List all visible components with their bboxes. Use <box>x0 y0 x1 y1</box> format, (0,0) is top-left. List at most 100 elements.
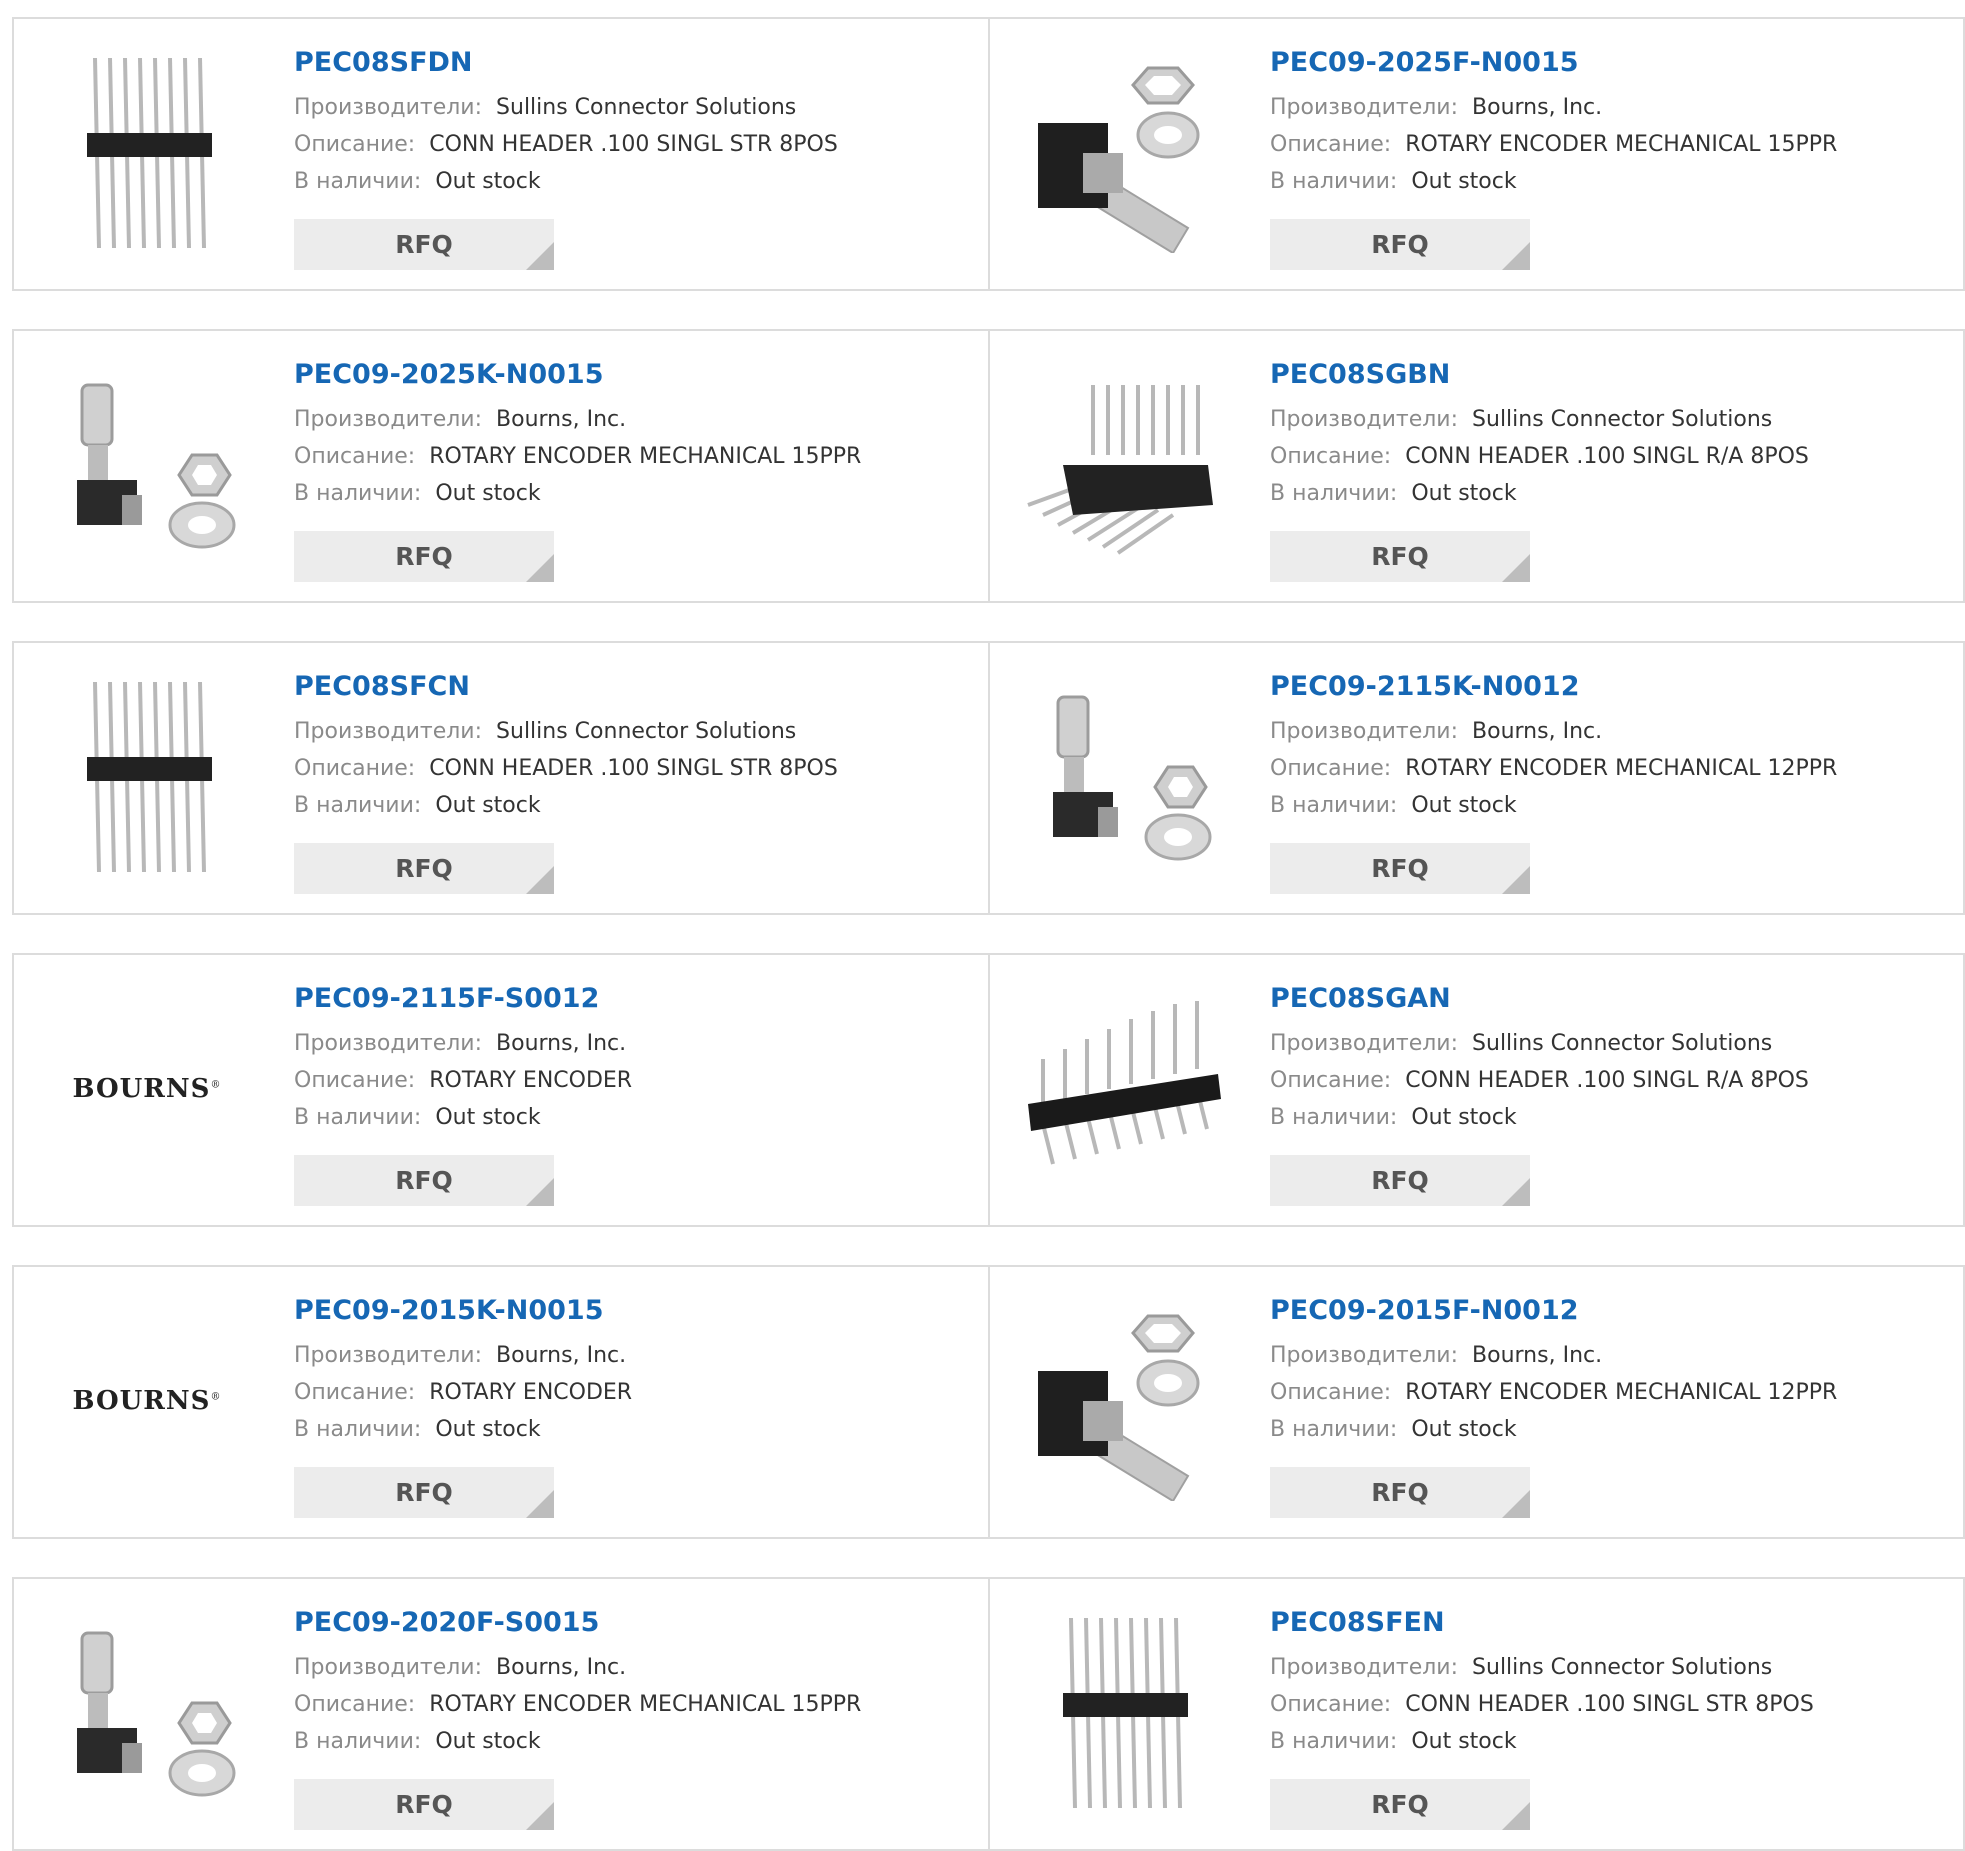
rfq-button-label: RFQ <box>395 1478 453 1507</box>
header-pcb-icon[interactable] <box>1023 989 1223 1189</box>
corner-decoration <box>1502 242 1530 270</box>
stock-value: Out stock <box>1411 481 1517 506</box>
description-row: Описание: CONN HEADER .100 SINGL STR 8POS <box>294 750 978 787</box>
manufacturer-value: Sullins Connector Solutions <box>1472 1655 1773 1680</box>
encoder-vertical-icon[interactable] <box>47 365 247 565</box>
product-info: PEC08SFEN Производители: Sullins Connecto… <box>1270 1609 1953 1760</box>
part-number-link[interactable]: PEC09-2115F-S0012 <box>294 985 599 1025</box>
description-row: Описание: ROTARY ENCODER MECHANICAL 15PPR <box>1270 126 1953 163</box>
description-value: ROTARY ENCODER <box>429 1380 633 1405</box>
rfq-button-label: RFQ <box>395 1790 453 1819</box>
rfq-button[interactable]: RFQ <box>294 1779 554 1830</box>
part-number-link[interactable]: PEC09-2020F-S0015 <box>294 1609 599 1649</box>
description-label: Описание: <box>1270 1380 1392 1405</box>
manufacturer-label: Производители: <box>294 407 483 432</box>
description-label: Описание: <box>294 132 416 157</box>
encoder-vertical-icon[interactable] <box>47 1613 247 1813</box>
rfq-button[interactable]: RFQ <box>1270 531 1530 582</box>
encoder-angled-icon[interactable] <box>1023 53 1223 253</box>
part-number-link[interactable]: PEC09-2115K-N0012 <box>1270 673 1580 713</box>
rfq-button[interactable]: RFQ <box>294 219 554 270</box>
description-label: Описание: <box>1270 132 1392 157</box>
encoder-vertical-icon[interactable] <box>1023 677 1223 877</box>
part-number-link[interactable]: PEC08SFEN <box>1270 1609 1445 1649</box>
bourns-logo[interactable]: BOURNS® <box>47 989 247 1189</box>
stock-value: Out stock <box>1411 1729 1517 1754</box>
product-card: PEC09-2115K-N0012 Производители: Bourns, … <box>990 641 1965 915</box>
manufacturer-value: Bourns, Inc. <box>1472 719 1603 744</box>
product-card: PEC09-2020F-S0015 Производители: Bourns, … <box>12 1577 990 1851</box>
part-number-link[interactable]: PEC08SGAN <box>1270 985 1451 1025</box>
header-straight-icon[interactable] <box>47 53 247 253</box>
corner-decoration <box>1502 1178 1530 1206</box>
description-row: Описание: CONN HEADER .100 SINGL STR 8POS <box>294 126 978 163</box>
product-card: PEC08SFEN Производители: Sullins Connecto… <box>990 1577 1965 1851</box>
rfq-button[interactable]: RFQ <box>1270 843 1530 894</box>
product-info: PEC09-2025K-N0015 Производители: Bourns, … <box>294 361 978 512</box>
stock-value: Out stock <box>435 1729 541 1754</box>
description-row: Описание: ROTARY ENCODER <box>294 1374 978 1411</box>
description-label: Описание: <box>1270 1068 1392 1093</box>
corner-decoration <box>526 1490 554 1518</box>
part-number-link[interactable]: PEC09-2025F-N0015 <box>1270 49 1579 89</box>
description-row: Описание: ROTARY ENCODER MECHANICAL 15PPR <box>294 1686 978 1723</box>
stock-value: Out stock <box>1411 169 1517 194</box>
product-info: PEC09-2025F-N0015 Производители: Bourns, … <box>1270 49 1953 200</box>
rfq-button-label: RFQ <box>1371 230 1429 259</box>
corner-decoration <box>1502 554 1530 582</box>
manufacturer-row: Производители: Sullins Connector Solution… <box>294 713 978 750</box>
rfq-button[interactable]: RFQ <box>294 531 554 582</box>
rfq-button[interactable]: RFQ <box>294 843 554 894</box>
product-info: PEC09-2020F-S0015 Производители: Bourns, … <box>294 1609 978 1760</box>
stock-label: В наличии: <box>294 793 422 818</box>
manufacturer-value: Bourns, Inc. <box>496 1031 627 1056</box>
stock-value: Out stock <box>435 169 541 194</box>
manufacturer-row: Производители: Bourns, Inc. <box>294 1025 978 1062</box>
header-straight-icon[interactable] <box>47 677 247 877</box>
part-number-link[interactable]: PEC08SFDN <box>294 49 473 89</box>
product-card: BOURNS® PEC09-2115F-S0012 Производители:… <box>12 953 990 1227</box>
part-number-link[interactable]: PEC09-2015K-N0015 <box>294 1297 604 1337</box>
rfq-button[interactable]: RFQ <box>294 1467 554 1518</box>
rfq-button[interactable]: RFQ <box>1270 1155 1530 1206</box>
rfq-button-label: RFQ <box>1371 1478 1429 1507</box>
stock-row: В наличии: Out stock <box>1270 1723 1953 1760</box>
description-value: ROTARY ENCODER <box>429 1068 633 1093</box>
manufacturer-label: Производители: <box>294 1655 483 1680</box>
corner-decoration <box>526 1178 554 1206</box>
stock-label: В наличии: <box>294 169 422 194</box>
description-row: Описание: CONN HEADER .100 SINGL R/A 8POS <box>1270 438 1953 475</box>
product-card: PEC09-2025F-N0015 Производители: Bourns, … <box>990 17 1965 291</box>
stock-label: В наличии: <box>1270 481 1398 506</box>
part-number-link[interactable]: PEC09-2025K-N0015 <box>294 361 604 401</box>
encoder-angled-icon[interactable] <box>1023 1301 1223 1501</box>
header-right-angle-icon[interactable] <box>1023 365 1223 565</box>
manufacturer-value: Sullins Connector Solutions <box>496 719 797 744</box>
product-grid: PEC08SFDN Производители: Sullins Connecto… <box>12 17 1965 1851</box>
stock-row: В наличии: Out stock <box>1270 163 1953 200</box>
rfq-button[interactable]: RFQ <box>1270 1467 1530 1518</box>
description-value: CONN HEADER .100 SINGL STR 8POS <box>429 132 838 157</box>
stock-label: В наличии: <box>1270 169 1398 194</box>
stock-row: В наличии: Out stock <box>294 787 978 824</box>
part-number-link[interactable]: PEC08SGBN <box>1270 361 1450 401</box>
manufacturer-label: Производители: <box>294 719 483 744</box>
corner-decoration <box>1502 1802 1530 1830</box>
manufacturer-label: Производители: <box>1270 1031 1459 1056</box>
bourns-logo[interactable]: BOURNS® <box>47 1301 247 1501</box>
manufacturer-value: Sullins Connector Solutions <box>1472 407 1773 432</box>
header-straight-icon[interactable] <box>1023 1613 1223 1813</box>
description-row: Описание: CONN HEADER .100 SINGL R/A 8POS <box>1270 1062 1953 1099</box>
description-label: Описание: <box>294 1692 416 1717</box>
rfq-button[interactable]: RFQ <box>1270 219 1530 270</box>
stock-row: В наличии: Out stock <box>1270 787 1953 824</box>
rfq-button[interactable]: RFQ <box>294 1155 554 1206</box>
part-number-link[interactable]: PEC08SFCN <box>294 673 470 713</box>
rfq-button[interactable]: RFQ <box>1270 1779 1530 1830</box>
part-number-link[interactable]: PEC09-2015F-N0012 <box>1270 1297 1579 1337</box>
stock-value: Out stock <box>435 1417 541 1442</box>
manufacturer-row: Производители: Sullins Connector Solution… <box>1270 1025 1953 1062</box>
stock-label: В наличии: <box>1270 1417 1398 1442</box>
rfq-button-label: RFQ <box>395 230 453 259</box>
stock-row: В наличии: Out stock <box>294 1411 978 1448</box>
